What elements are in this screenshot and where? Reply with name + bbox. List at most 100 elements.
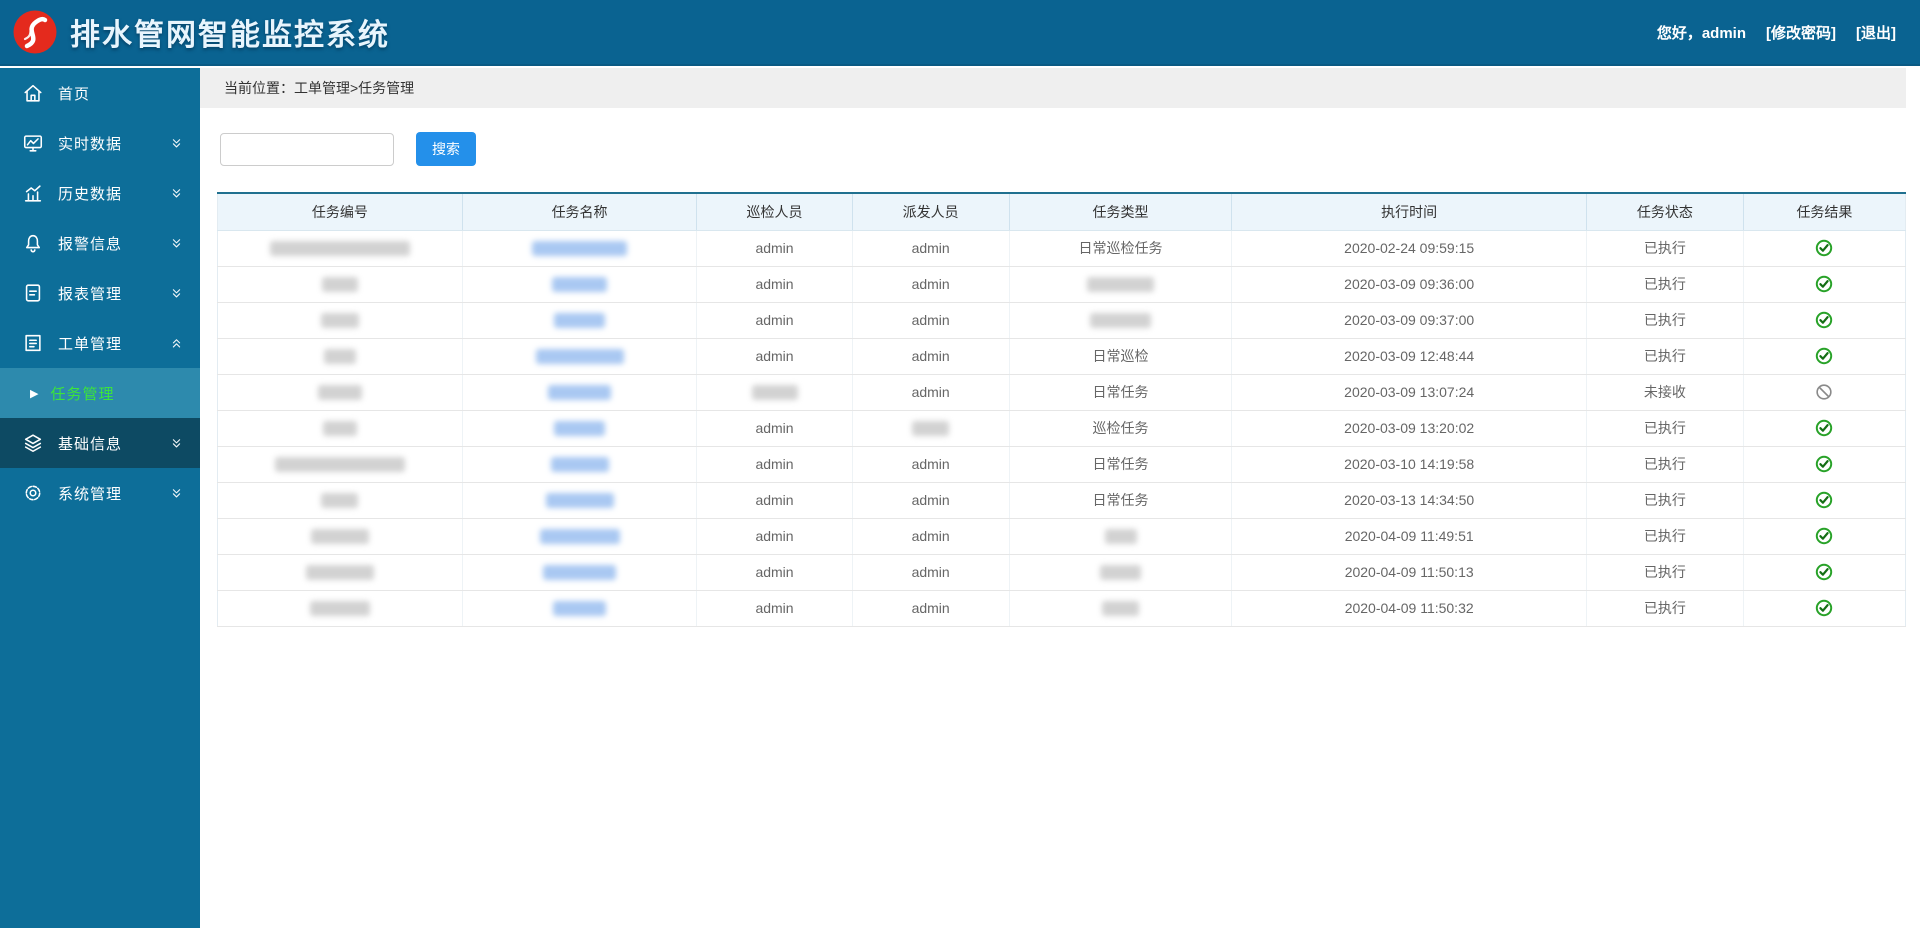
cell-task-no [217, 338, 463, 375]
chevron-double-down-icon [169, 486, 184, 501]
cell-task-result [1743, 302, 1906, 339]
change-password-link[interactable]: [修改密码] [1766, 22, 1836, 43]
cell-task-status: 已执行 [1586, 302, 1744, 339]
cell-task-name[interactable] [462, 302, 698, 339]
table-row: admin admin 2020-03-09 09:37:00 已执行 [217, 302, 1906, 339]
redacted-value [1100, 564, 1142, 580]
search-button[interactable]: 搜索 [416, 132, 476, 166]
redacted-value [912, 420, 950, 436]
cell-task-type: 日常任务 [1009, 446, 1233, 483]
sidebar-item-label: 工单管理 [58, 335, 123, 353]
cell-task-type [1009, 266, 1233, 303]
cell-task-no [217, 482, 463, 519]
success-check-icon [1815, 311, 1833, 329]
cell-task-no [217, 230, 463, 267]
cell-exec-time: 2020-02-24 09:59:15 [1231, 230, 1587, 267]
redacted-value [554, 420, 606, 436]
chevron-double-up-icon [169, 336, 184, 351]
history-data-icon [22, 182, 44, 204]
success-check-icon [1815, 239, 1833, 257]
sidebar-item-system-management[interactable]: 系统管理 [0, 468, 200, 518]
sidebar-subitem-label: 任务管理 [50, 385, 115, 403]
cell-task-result [1743, 482, 1906, 519]
app-title: 排水管网智能监控系统 [70, 19, 390, 52]
redacted-value [1090, 312, 1152, 328]
cell-exec-time: 2020-03-09 09:37:00 [1231, 302, 1587, 339]
cell-task-no [217, 374, 463, 411]
cell-inspector: admin [696, 302, 853, 339]
sidebar-item-alarm-info[interactable]: 报警信息 [0, 218, 200, 268]
table-row: admin 巡检任务 2020-03-09 13:20:02 已执行 [217, 410, 1906, 447]
cell-task-name[interactable] [462, 518, 698, 555]
sidebar-item-label: 系统管理 [58, 485, 123, 503]
cell-exec-time: 2020-03-10 14:19:58 [1231, 446, 1587, 483]
sidebar-item-history-data[interactable]: 历史数据 [0, 168, 200, 218]
table-row: admin admin 2020-04-09 11:50:13 已执行 [217, 554, 1906, 591]
cell-task-name[interactable] [462, 446, 698, 483]
sidebar-subitem-task-management[interactable]: ▶ 任务管理 [0, 368, 200, 418]
sidebar-item-label: 实时数据 [58, 135, 123, 153]
cell-task-no [217, 410, 463, 447]
cell-task-no [217, 446, 463, 483]
table-body: admin admin 日常巡检任务 2020-02-24 09:59:15 已执行 ad… [217, 230, 1906, 627]
cell-task-result [1743, 266, 1906, 303]
breadcrumb-text: 当前位置：工单管理>任务管理 [224, 80, 415, 96]
redacted-value [532, 240, 628, 256]
redacted-value [1087, 276, 1155, 292]
redacted-value [545, 492, 614, 508]
cell-task-result [1743, 230, 1906, 267]
sidebar-item-basic-info[interactable]: 基础信息 [0, 418, 200, 468]
cell-inspector: admin [696, 590, 853, 627]
cell-task-no [217, 266, 463, 303]
cell-task-no [217, 302, 463, 339]
logout-link[interactable]: [退出] [1856, 22, 1896, 43]
cell-task-status: 已执行 [1586, 446, 1744, 483]
cell-inspector: admin [696, 338, 853, 375]
cell-dispatcher: admin [852, 374, 1010, 411]
cell-task-status: 未接收 [1586, 374, 1744, 411]
cell-task-name[interactable] [462, 590, 698, 627]
success-check-icon [1815, 563, 1833, 581]
success-check-icon [1815, 599, 1833, 617]
cell-task-name[interactable] [462, 374, 698, 411]
cell-exec-time: 2020-03-09 13:07:24 [1231, 374, 1587, 411]
cell-dispatcher: admin [852, 518, 1010, 555]
report-doc-icon [22, 282, 44, 304]
redacted-value [535, 348, 624, 364]
task-table: 任务编号 任务名称 巡检人员 派发人员 任务类型 执行时间 任务状态 任务结果 admin ad… [217, 192, 1906, 627]
search-input[interactable] [220, 132, 394, 166]
cell-dispatcher: admin [852, 590, 1010, 627]
cell-inspector: admin [696, 518, 853, 555]
cell-task-type [1009, 590, 1233, 627]
cell-task-status: 已执行 [1586, 410, 1744, 447]
cell-task-type: 日常巡检 [1009, 338, 1233, 375]
redacted-value [554, 312, 606, 328]
column-header-task-type: 任务类型 [1009, 192, 1233, 231]
redacted-value [751, 384, 798, 400]
column-header-task-name: 任务名称 [462, 192, 698, 231]
cell-inspector: admin [696, 410, 853, 447]
redacted-value [317, 384, 362, 400]
cell-task-name[interactable] [462, 554, 698, 591]
cell-inspector: admin [696, 554, 853, 591]
cell-task-name[interactable] [462, 482, 698, 519]
cell-exec-time: 2020-03-13 14:34:50 [1231, 482, 1587, 519]
sidebar-item-realtime-data[interactable]: 实时数据 [0, 118, 200, 168]
app-header: 排水管网智能监控系统 您好，admin [修改密码] [退出] [0, 0, 1920, 66]
sidebar-item-report-management[interactable]: 报表管理 [0, 268, 200, 318]
cell-task-name[interactable] [462, 410, 698, 447]
cell-inspector: admin [696, 482, 853, 519]
cell-task-name[interactable] [462, 230, 698, 267]
cell-task-type [1009, 554, 1233, 591]
cell-task-name[interactable] [462, 266, 698, 303]
cell-task-name[interactable] [462, 338, 698, 375]
sidebar-item-home[interactable]: 首页 [0, 68, 200, 118]
column-header-task-no: 任务编号 [217, 192, 463, 231]
gear-icon [22, 482, 44, 504]
home-icon [22, 82, 44, 104]
sidebar-item-workorder-management[interactable]: 工单管理 [0, 318, 200, 368]
cell-task-result [1743, 554, 1906, 591]
table-row: admin admin 2020-04-09 11:49:51 已执行 [217, 518, 1906, 555]
sidebar-item-label: 基础信息 [58, 435, 123, 453]
sidebar: 首页实时数据历史数据 报警信息 报表管理工单管理 ▶ 任务管理基础信息系统管理 [0, 68, 200, 928]
